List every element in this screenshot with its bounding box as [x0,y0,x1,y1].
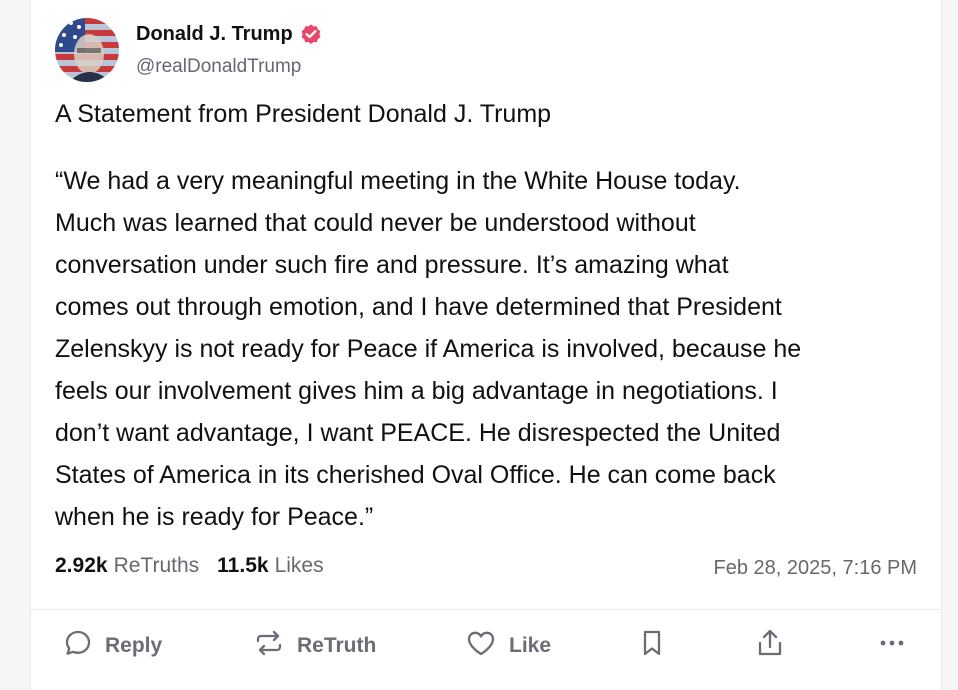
reply-icon [63,628,93,664]
post-body-line: conversation under such fire and pressur… [55,251,729,279]
share-button[interactable] [755,626,785,666]
user-handle[interactable]: @realDonaldTrump [136,56,301,78]
share-icon [755,627,785,665]
retruth-label: ReTruth [297,634,377,657]
post-card: Donald J. Trump @realDonaldTrump A State… [30,0,942,690]
bookmark-button[interactable] [637,626,667,666]
post-body-line: comes out through emotion, and I have de… [55,293,782,321]
post-body: “We had a very meaningful meeting in the… [55,160,935,538]
post-body-line: when he is ready for Peace.” [55,503,374,531]
bookmark-icon [637,628,667,664]
post-body-line: States of America in its cherished Oval … [55,461,776,489]
heart-icon [465,628,497,664]
author-row: Donald J. Trump [136,22,323,46]
post-timestamp[interactable]: Feb 28, 2025, 7:16 PM [714,557,917,580]
post-body-line: Much was learned that could never be und… [55,209,696,237]
post-body-line: feels our involvement gives him a big ad… [55,377,778,405]
post-body-line: don’t want advantage, I want PEACE. He d… [55,419,781,447]
divider [31,609,941,610]
retruth-icon [253,628,285,664]
likes-label[interactable]: Likes [275,554,324,578]
post-stats: 2.92k ReTruths 11.5k Likes [55,554,342,578]
likes-count[interactable]: 11.5k [217,554,268,578]
like-button[interactable]: Like [465,626,551,666]
more-button[interactable] [877,626,907,666]
reply-label: Reply [105,634,163,657]
display-name[interactable]: Donald J. Trump [136,23,293,46]
like-label: Like [509,634,552,657]
retruths-count[interactable]: 2.92k [55,554,108,578]
post-intro: A Statement from President Donald J. Tru… [55,100,552,128]
more-icon [877,628,907,664]
avatar-image [55,18,119,82]
verified-badge-icon [299,22,323,46]
retruths-label[interactable]: ReTruths [114,554,200,578]
post-body-line: “We had a very meaningful meeting in the… [55,167,741,195]
reply-button[interactable]: Reply [63,626,162,666]
post-body-line: Zelenskyy is not ready for Peace if Amer… [55,335,802,363]
retruth-button[interactable]: ReTruth [253,626,376,666]
avatar[interactable] [55,18,119,82]
